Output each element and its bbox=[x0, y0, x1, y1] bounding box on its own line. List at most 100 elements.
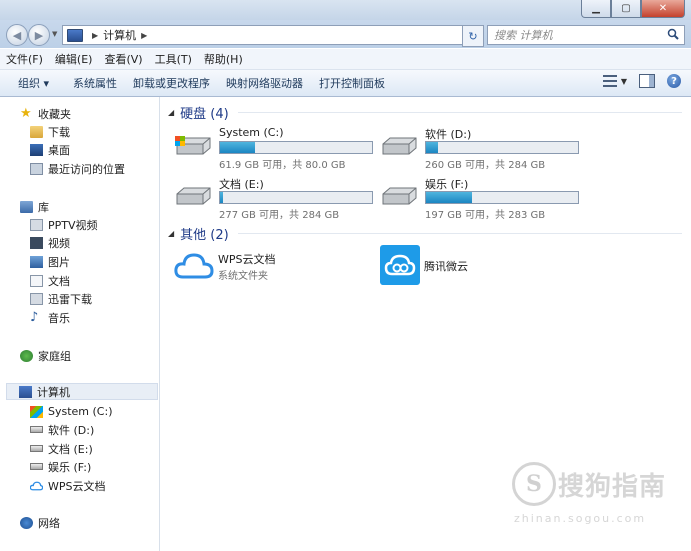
drive-item-e[interactable]: 文档 (E:) 277 GB 可用，共 284 GB bbox=[174, 176, 374, 221]
group-title: 硬盘 (4) bbox=[180, 107, 229, 122]
help-icon[interactable]: ? bbox=[667, 74, 681, 88]
desktop-icon bbox=[30, 143, 43, 156]
search-placeholder: 搜索 计算机 bbox=[494, 29, 553, 42]
sidebar-computer[interactable]: 计算机 bbox=[6, 383, 158, 400]
sidebar-label: 文档 bbox=[48, 274, 70, 288]
refresh-button[interactable]: ↻ bbox=[462, 25, 484, 47]
uninstall-program-button[interactable]: 卸载或更改程序 bbox=[125, 75, 218, 91]
sidebar-label: 桌面 bbox=[48, 143, 70, 157]
drive-name: 娱乐 (F:) bbox=[425, 178, 469, 191]
sidebar-label: 视频 bbox=[48, 236, 70, 250]
recent-places-icon bbox=[30, 162, 43, 175]
tencent-weiyun-item[interactable]: 腾讯微云 bbox=[380, 245, 570, 285]
menu-bar: 文件(F) 编辑(E) 查看(V) 工具(T) 帮助(H) bbox=[0, 49, 691, 70]
search-icon[interactable] bbox=[667, 28, 679, 40]
sidebar-item-xunlei[interactable]: 迅雷下载 bbox=[30, 290, 92, 307]
watermark-url: zhinan.sogou.com bbox=[514, 512, 647, 525]
back-button[interactable]: ◀ bbox=[6, 24, 28, 46]
sidebar-item-pictures[interactable]: 图片 bbox=[30, 253, 70, 270]
address-field[interactable]: ▶ 计算机 ▶ ▼ bbox=[62, 25, 482, 45]
sidebar-label: 收藏夹 bbox=[38, 107, 71, 121]
map-network-drive-button[interactable]: 映射网络驱动器 bbox=[218, 75, 311, 91]
item-name: WPS云文档 bbox=[218, 253, 276, 266]
sidebar-item-desktop[interactable]: 桌面 bbox=[30, 141, 70, 158]
address-bar-area: ◀ ▶ ▼ ▶ 计算机 ▶ ▼ ↻ 搜索 计算机 bbox=[0, 20, 691, 48]
window-controls: ▁ ▢ ✕ bbox=[581, 0, 685, 18]
drive-item-c[interactable]: System (C:) 61.9 GB 可用，共 80.0 GB bbox=[174, 126, 374, 171]
weiyun-icon bbox=[380, 245, 420, 285]
system-drive-icon bbox=[30, 405, 43, 418]
menu-tools[interactable]: 工具(T) bbox=[149, 51, 198, 67]
homegroup-icon bbox=[20, 349, 33, 362]
menu-view[interactable]: 查看(V) bbox=[98, 51, 148, 67]
sidebar-label: 计算机 bbox=[37, 385, 70, 399]
drive-name: System (C:) bbox=[219, 126, 284, 139]
sidebar-label: 库 bbox=[38, 200, 49, 214]
drives-group-header[interactable]: ◢ 硬盘 (4) bbox=[168, 103, 229, 122]
downloads-folder-icon bbox=[30, 125, 43, 138]
drive-space-info: 260 GB 可用，共 284 GB bbox=[425, 160, 546, 171]
sidebar-item-pptv[interactable]: PPTV视频 bbox=[30, 216, 98, 233]
documents-icon bbox=[30, 274, 43, 287]
sidebar-item-drive-f[interactable]: 娱乐 (F:) bbox=[30, 458, 91, 475]
preview-pane-icon[interactable] bbox=[639, 74, 655, 88]
view-dropdown-icon[interactable]: ▼ bbox=[621, 77, 627, 86]
sidebar-label: 图片 bbox=[48, 255, 70, 269]
sidebar-item-videos[interactable]: 视频 bbox=[30, 234, 70, 251]
open-control-panel-button[interactable]: 打开控制面板 bbox=[311, 75, 393, 91]
sidebar-item-drive-d[interactable]: 软件 (D:) bbox=[30, 421, 94, 438]
sidebar-label: WPS云文档 bbox=[48, 479, 106, 493]
sidebar-item-drive-e[interactable]: 文档 (E:) bbox=[30, 440, 93, 457]
forward-button[interactable]: ▶ bbox=[28, 24, 50, 46]
sidebar-label: 家庭组 bbox=[38, 349, 71, 363]
sidebar-network[interactable]: 网络 bbox=[20, 514, 60, 531]
sidebar-item-recent[interactable]: 最近访问的位置 bbox=[30, 160, 125, 177]
menu-file[interactable]: 文件(F) bbox=[0, 51, 49, 67]
menu-help[interactable]: 帮助(H) bbox=[198, 51, 249, 67]
menu-edit[interactable]: 编辑(E) bbox=[49, 51, 99, 67]
sidebar-label: 网络 bbox=[38, 516, 60, 530]
sidebar-label: 音乐 bbox=[48, 311, 70, 325]
breadcrumb-separator-icon[interactable]: ▶ bbox=[92, 31, 98, 40]
sidebar-item-downloads[interactable]: 下载 bbox=[30, 123, 70, 140]
drive-usage-fill bbox=[426, 192, 472, 203]
sidebar-item-drive-c[interactable]: System (C:) bbox=[30, 403, 113, 420]
command-bar: 组织 ▾ 系统属性 卸载或更改程序 映射网络驱动器 打开控制面板 ▼ ? bbox=[0, 70, 691, 97]
xunlei-folder-icon bbox=[30, 292, 43, 305]
group-divider bbox=[238, 233, 682, 234]
sidebar-label: 迅雷下载 bbox=[48, 292, 92, 306]
sidebar-label: PPTV视频 bbox=[48, 218, 98, 232]
sidebar-libraries[interactable]: 库 bbox=[20, 198, 49, 215]
network-icon bbox=[20, 516, 33, 529]
history-dropdown-icon[interactable]: ▼ bbox=[52, 30, 57, 38]
drive-space-info: 197 GB 可用，共 283 GB bbox=[425, 210, 546, 221]
item-type: 系统文件夹 bbox=[218, 271, 268, 282]
organize-button[interactable]: 组织 ▾ bbox=[0, 75, 57, 91]
sidebar-item-documents[interactable]: 文档 bbox=[30, 272, 70, 289]
system-properties-button[interactable]: 系统属性 bbox=[65, 75, 125, 91]
sidebar-favorites[interactable]: ★ 收藏夹 bbox=[20, 105, 71, 122]
watermark-text: 搜狗指南 bbox=[558, 472, 667, 502]
sogou-logo-icon: S bbox=[512, 462, 556, 506]
search-input[interactable]: 搜索 计算机 bbox=[487, 25, 685, 45]
other-group-header[interactable]: ◢ 其他 (2) bbox=[168, 224, 229, 243]
sidebar-item-music[interactable]: ♪ 音乐 bbox=[30, 309, 70, 326]
navigation-pane: ★ 收藏夹 下载 桌面 最近访问的位置 库 PPTV视频 视频 图片 文档 迅雷… bbox=[0, 97, 160, 551]
hard-drive-icon bbox=[30, 445, 43, 452]
sidebar-item-wps-cloud[interactable]: WPS云文档 bbox=[30, 477, 106, 494]
sidebar-homegroup[interactable]: 家庭组 bbox=[20, 347, 71, 364]
maximize-button[interactable]: ▢ bbox=[611, 0, 641, 18]
change-view-icon[interactable] bbox=[602, 75, 617, 87]
hard-drive-icon bbox=[382, 187, 417, 205]
breadcrumb-computer[interactable]: 计算机 bbox=[103, 27, 136, 43]
minimize-button[interactable]: ▁ bbox=[581, 0, 611, 18]
close-button[interactable]: ✕ bbox=[641, 0, 685, 18]
wps-cloud-item[interactable]: WPS云文档 系统文件夹 bbox=[174, 247, 364, 287]
drive-item-d[interactable]: 软件 (D:) 260 GB 可用，共 284 GB bbox=[380, 126, 580, 171]
breadcrumb-separator-icon[interactable]: ▶ bbox=[141, 31, 147, 40]
collapse-arrow-icon[interactable]: ◢ bbox=[168, 229, 174, 238]
drive-item-f[interactable]: 娱乐 (F:) 197 GB 可用，共 283 GB bbox=[380, 176, 580, 221]
drive-usage-fill bbox=[220, 192, 224, 203]
drive-space-info: 61.9 GB 可用，共 80.0 GB bbox=[219, 160, 346, 171]
collapse-arrow-icon[interactable]: ◢ bbox=[168, 108, 174, 117]
